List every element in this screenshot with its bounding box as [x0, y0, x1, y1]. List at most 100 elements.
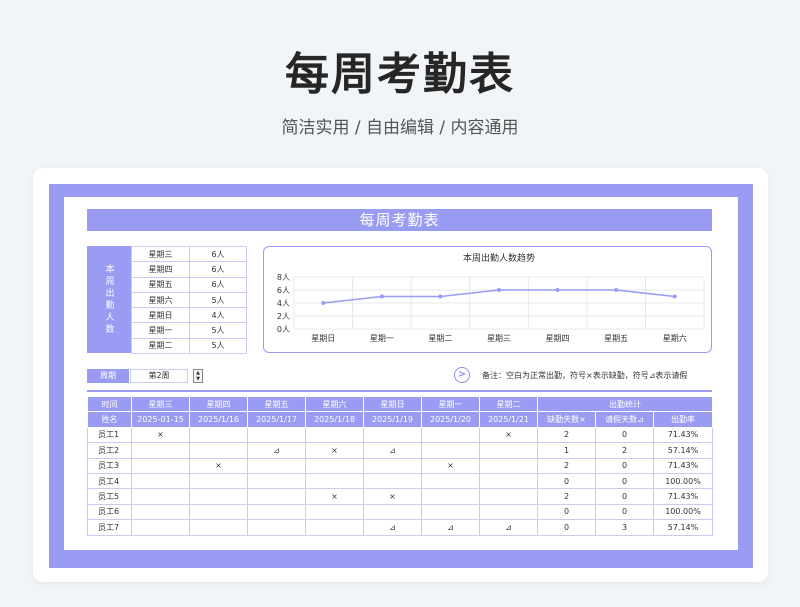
attendance-cell[interactable]	[189, 442, 248, 459]
attendance-cell[interactable]	[305, 472, 364, 490]
attendance-cell[interactable]: ⊿	[247, 442, 306, 459]
attendance-cell[interactable]: ×	[363, 488, 422, 505]
attendance-cell[interactable]	[305, 519, 364, 536]
divider	[87, 390, 712, 392]
attendance-cell[interactable]	[247, 503, 306, 521]
attendance-cell[interactable]	[247, 472, 306, 490]
attendance-cell[interactable]: ×	[131, 426, 190, 444]
attendance-cell[interactable]	[247, 519, 306, 536]
attendance-cell[interactable]	[131, 503, 190, 521]
attendance-cell[interactable]	[479, 503, 538, 521]
attendance-cell[interactable]	[189, 519, 248, 536]
attendance-cell[interactable]: ×	[421, 457, 480, 474]
header-cell: 2025/1/21	[479, 411, 538, 428]
attendance-cell[interactable]	[305, 457, 364, 474]
summary-day: 星期一	[131, 322, 190, 339]
data-point	[614, 288, 619, 292]
attendance-cell[interactable]	[247, 457, 306, 474]
attendance-cell[interactable]	[421, 472, 480, 490]
attendance-cell[interactable]	[189, 426, 248, 444]
attendance-cell[interactable]	[247, 426, 306, 444]
attendance-cell[interactable]	[363, 503, 422, 521]
attendance-cell[interactable]: ⊿	[363, 442, 422, 459]
attendance-cell[interactable]	[479, 457, 538, 474]
attendance-cell[interactable]: ×	[189, 457, 248, 474]
attendance-cell[interactable]: ×	[305, 488, 364, 505]
x-tick-label: 星期一	[370, 334, 394, 343]
summary-day: 星期日	[131, 307, 190, 324]
week-spinner[interactable]: ▲ ▼	[193, 369, 203, 383]
summary-row: 星期五 6人	[131, 276, 247, 293]
stat-cell: 100.00%	[653, 472, 713, 490]
stat-cell: 71.43%	[653, 457, 713, 474]
x-tick-label: 星期二	[428, 334, 452, 343]
attendance-cell[interactable]	[479, 442, 538, 459]
y-tick-label: 6人	[277, 286, 290, 295]
table-row: 员工4 0 0 100.00%	[87, 472, 713, 490]
table-row: 员工5 × × 2 0 71.43%	[87, 488, 713, 505]
stat-cell: 0	[595, 472, 654, 490]
header-cell: 星期六	[305, 395, 364, 413]
x-tick-label: 星期四	[546, 334, 570, 343]
data-point	[497, 288, 501, 292]
spinner-down-icon[interactable]: ▼	[194, 376, 202, 382]
attendance-cell[interactable]	[479, 488, 538, 505]
attendance-cell[interactable]	[305, 426, 364, 444]
stat-cell: 3	[595, 519, 654, 536]
header-cell: 出勤统计	[537, 395, 713, 413]
attendance-cell[interactable]	[131, 472, 190, 490]
attendance-cell[interactable]: ×	[305, 442, 364, 459]
stat-cell: 2	[537, 426, 596, 444]
employee-name: 员工4	[87, 472, 132, 490]
summary-count: 4人	[189, 307, 247, 324]
data-point	[379, 294, 384, 299]
x-tick-label: 星期六	[663, 333, 687, 343]
employee-name: 员工3	[87, 457, 132, 474]
week-label: 周期	[87, 369, 129, 383]
summary-count: 5人	[189, 337, 247, 355]
summary-day: 星期五	[131, 276, 190, 293]
attendance-cell[interactable]	[363, 457, 422, 474]
header-cell: 2025/1/17	[247, 411, 306, 428]
attendance-cell[interactable]	[131, 457, 190, 474]
stat-cell: 57.14%	[653, 442, 713, 459]
attendance-cell[interactable]	[421, 488, 480, 505]
employee-name: 员工1	[87, 426, 132, 444]
attendance-cell[interactable]	[131, 488, 190, 505]
summary-day: 星期二	[131, 337, 190, 355]
attendance-cell[interactable]	[247, 488, 306, 505]
table-row: 员工1 × × 2 0 71.43%	[87, 426, 713, 444]
header-cell: 2025/1/18	[305, 411, 364, 428]
attendance-cell[interactable]: ⊿	[421, 519, 480, 536]
stat-cell: 2	[537, 488, 596, 505]
attendance-cell[interactable]: ×	[479, 426, 538, 444]
attendance-cell[interactable]	[131, 519, 190, 536]
summary-count: 6人	[189, 261, 247, 278]
attendance-cell[interactable]	[421, 442, 480, 459]
data-point	[672, 294, 677, 299]
header-cell: 2025/1/16	[189, 411, 248, 428]
sheet-frame: 每周考勤表 本周出勤人数 星期三 6人 星期四 6人 星期五 6人 星期六 5人 星期日 4人 星期…	[49, 184, 753, 568]
attendance-cell[interactable]	[305, 503, 364, 521]
attendance-cell[interactable]	[131, 442, 190, 459]
employee-name: 员工5	[87, 488, 132, 505]
attendance-cell[interactable]	[421, 426, 480, 444]
week-select[interactable]: 第2周	[130, 369, 188, 383]
attendance-cell[interactable]	[363, 426, 422, 444]
attendance-cell[interactable]	[189, 488, 248, 505]
summary-table: 星期三 6人 星期四 6人 星期五 6人 星期六 5人 星期日 4人 星期一 5人 星期二 5人	[131, 245, 247, 355]
hero-title: 每周考勤表	[285, 49, 515, 100]
stat-cell: 1	[537, 442, 596, 459]
attendance-cell[interactable]: ⊿	[363, 519, 422, 536]
y-tick-label: 0人	[277, 325, 290, 334]
header-cell: 星期三	[131, 395, 190, 413]
attendance-cell[interactable]: ⊿	[479, 519, 538, 536]
employee-name: 员工6	[87, 503, 132, 521]
stat-cell: 0	[537, 472, 596, 490]
attendance-cell[interactable]	[363, 472, 422, 490]
attendance-cell[interactable]	[479, 472, 538, 490]
data-point	[438, 294, 443, 299]
attendance-cell[interactable]	[421, 503, 480, 521]
attendance-cell[interactable]	[189, 503, 248, 521]
attendance-cell[interactable]	[189, 472, 248, 490]
